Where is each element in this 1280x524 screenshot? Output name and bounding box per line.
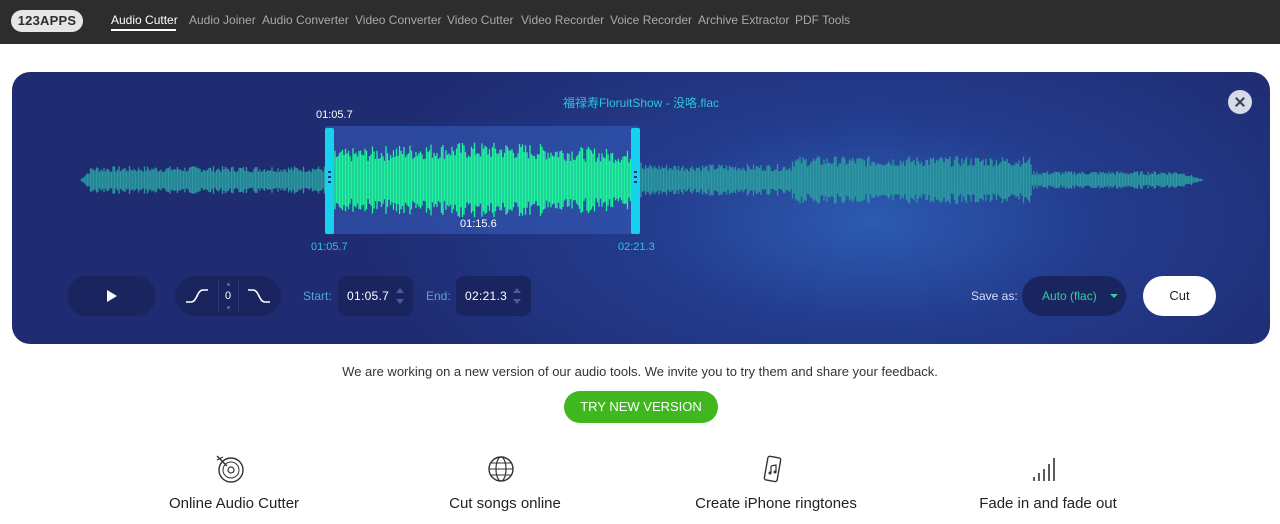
end-time-marker-bottom: 02:21.3 xyxy=(618,241,655,253)
start-time-marker-top: 01:05.7 xyxy=(316,109,353,121)
end-time-value: 02:21.3 xyxy=(465,289,508,303)
new-version-notice: We are working on a new version of our a… xyxy=(342,364,938,379)
feature-title-audio-cutter: Online Audio Cutter xyxy=(168,495,300,512)
fade-controls: 0 xyxy=(175,276,281,316)
end-time-up-icon[interactable] xyxy=(513,288,521,293)
selection-start-handle[interactable] xyxy=(325,128,334,234)
nav-active-indicator xyxy=(111,29,176,31)
feature-title-iphone-ringtones: Create iPhone ringtones xyxy=(695,495,857,512)
fade-decrease-icon[interactable] xyxy=(227,306,230,309)
nav-video-cutter[interactable]: Video Cutter xyxy=(447,13,514,27)
close-button[interactable] xyxy=(1228,90,1252,114)
feature-title-fade: Fade in and fade out xyxy=(979,495,1117,512)
format-select[interactable]: Auto (flac) xyxy=(1022,276,1126,316)
nav-video-recorder[interactable]: Video Recorder xyxy=(521,13,604,27)
grip-icon xyxy=(634,171,637,185)
feature-title-cut-songs: Cut songs online xyxy=(449,495,561,512)
waveform-selected xyxy=(334,142,633,218)
fade-out-icon xyxy=(248,289,270,303)
try-new-version-button[interactable]: TRY NEW VERSION xyxy=(564,391,718,423)
save-as-label: Save as: xyxy=(971,289,1018,303)
fade-in-icon xyxy=(186,289,208,303)
phone-ringtone-icon xyxy=(763,455,782,483)
nav-audio-joiner[interactable]: Audio Joiner xyxy=(189,13,256,27)
fade-in-button[interactable] xyxy=(175,276,218,316)
cut-button[interactable]: Cut xyxy=(1143,276,1216,316)
start-time-down-icon[interactable] xyxy=(396,299,404,304)
waveform-unselected xyxy=(80,149,1205,211)
nav-audio-cutter[interactable]: Audio Cutter xyxy=(111,13,178,27)
grip-icon xyxy=(328,171,331,185)
nav-pdf-tools[interactable]: PDF Tools xyxy=(795,13,850,27)
nav-audio-converter[interactable]: Audio Converter xyxy=(262,13,349,27)
fade-out-button[interactable] xyxy=(238,276,281,316)
selection-end-handle[interactable] xyxy=(631,128,640,234)
start-time-marker-bottom: 01:05.7 xyxy=(311,241,348,253)
end-time-down-icon[interactable] xyxy=(513,299,521,304)
play-button[interactable] xyxy=(67,276,156,316)
start-time-input[interactable]: 01:05.7 xyxy=(338,276,413,316)
vinyl-cut-icon xyxy=(216,455,244,483)
nav-archive-extractor[interactable]: Archive Extractor xyxy=(698,13,789,27)
volume-bars-icon xyxy=(1033,458,1055,481)
fade-value: 0 xyxy=(224,290,232,302)
waveform[interactable] xyxy=(12,120,1270,240)
nav-voice-recorder[interactable]: Voice Recorder xyxy=(610,13,692,27)
end-time-input[interactable]: 02:21.3 xyxy=(456,276,531,316)
selection-middle-time: 01:15.6 xyxy=(460,218,497,230)
play-icon xyxy=(107,290,117,302)
file-name: 福禄寿FloruitShow - 没咯.flac xyxy=(562,96,720,110)
start-time-value: 01:05.7 xyxy=(347,289,390,303)
logo[interactable]: 123APPS xyxy=(11,10,83,32)
start-label: Start: xyxy=(303,289,332,303)
top-nav-bar: 123APPS Audio Cutter Audio Joiner Audio … xyxy=(0,0,1280,44)
chevron-down-icon xyxy=(1110,294,1118,298)
audio-editor-panel: 福禄寿FloruitShow - 没咯.flac 01:05.7 01:15.6… xyxy=(12,72,1270,344)
nav-video-converter[interactable]: Video Converter xyxy=(355,13,442,27)
start-time-up-icon[interactable] xyxy=(396,288,404,293)
globe-icon xyxy=(488,456,514,482)
end-label: End: xyxy=(426,289,451,303)
format-value: Auto (flac) xyxy=(1042,289,1097,303)
